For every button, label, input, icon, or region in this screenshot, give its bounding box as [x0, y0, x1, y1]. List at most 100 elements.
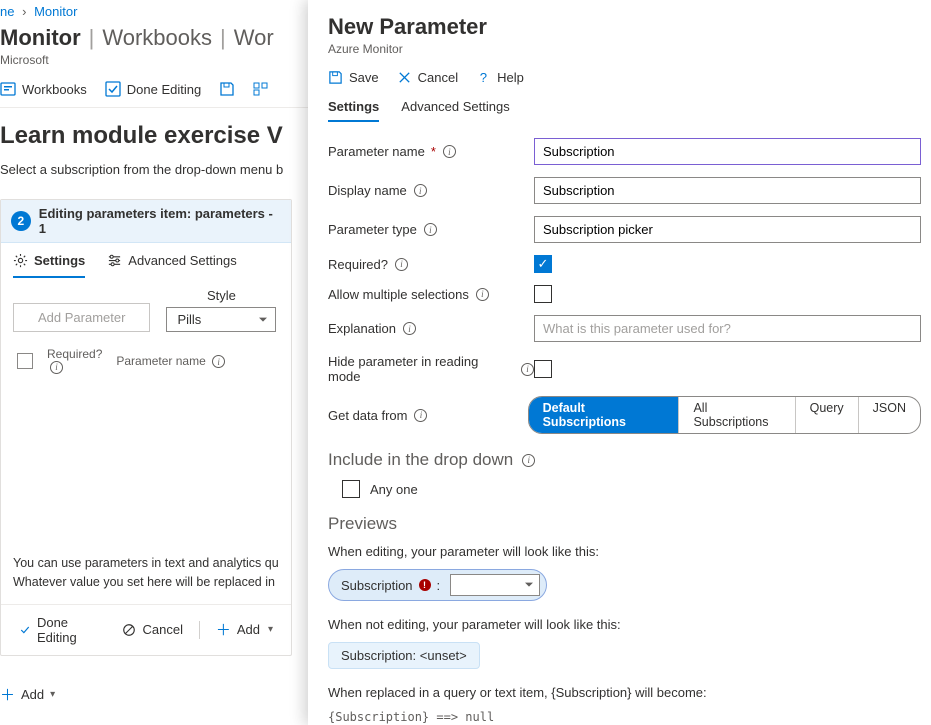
- done-editing-button[interactable]: Done Editing: [9, 611, 110, 649]
- close-icon: [397, 70, 412, 85]
- panel-actions: Save Cancel ? Help: [328, 70, 921, 85]
- help-icon: ?: [476, 70, 491, 85]
- info-icon[interactable]: i: [212, 355, 225, 368]
- add-parameter-button[interactable]: Add Parameter: [13, 303, 150, 332]
- done-icon: [105, 81, 121, 97]
- svg-text:?: ?: [480, 70, 487, 85]
- pill-query[interactable]: Query: [795, 397, 858, 433]
- panel-tabs: Settings Advanced Settings: [328, 99, 921, 122]
- pill-default-subscriptions[interactable]: Default Subscriptions: [529, 397, 679, 433]
- columns-header: Required? i Parameter name i: [13, 344, 279, 382]
- new-parameter-panel: New Parameter Azure Monitor Save Cancel …: [308, 0, 931, 725]
- preview-editing-pill[interactable]: Subscription ! :: [328, 569, 547, 601]
- label-parameter-name: Parameter name: [328, 144, 425, 159]
- toolbar-done-editing[interactable]: Done Editing: [105, 81, 201, 97]
- label-get-data-from: Get data from: [328, 408, 407, 423]
- hide-reading-checkbox[interactable]: [534, 360, 552, 378]
- label-required: Required?: [328, 257, 388, 272]
- preview-code: {Subscription} ==> null: [328, 710, 921, 724]
- card-tabs: Settings Advanced Settings: [1, 243, 291, 278]
- any-one-checkbox[interactable]: [342, 480, 360, 498]
- label-hide-reading: Hide parameter in reading mode: [328, 354, 514, 384]
- panel-cancel-button[interactable]: Cancel: [397, 70, 458, 85]
- title-service: Monitor: [0, 25, 81, 51]
- info-icon[interactable]: i: [443, 145, 456, 158]
- preview-notediting-text: When not editing, your parameter will lo…: [328, 617, 921, 632]
- explanation-input[interactable]: [534, 315, 921, 342]
- panel-title: New Parameter: [328, 14, 921, 40]
- preview-editing-text: When editing, your parameter will look l…: [328, 544, 921, 559]
- title-section2: Wor: [234, 25, 274, 51]
- previews-section-header: Previews: [328, 514, 921, 534]
- add-button[interactable]: ＋ Add ▾: [206, 615, 283, 644]
- pill-all-subscriptions[interactable]: All Subscriptions: [678, 397, 794, 433]
- toolbar-more[interactable]: [253, 81, 269, 97]
- error-icon: !: [419, 579, 431, 591]
- chevron-down-icon: ▾: [50, 689, 55, 700]
- save-icon: [219, 81, 235, 97]
- label-explanation: Explanation: [328, 321, 396, 336]
- more-icon: [253, 81, 269, 97]
- breadcrumb-sep: ›: [22, 4, 26, 19]
- toolbar-save[interactable]: [219, 81, 235, 97]
- panel-tab-advanced[interactable]: Advanced Settings: [401, 99, 509, 122]
- info-icon[interactable]: i: [414, 409, 427, 422]
- card-footer: Done Editing Cancel ＋ Add ▾: [1, 604, 291, 655]
- col-param-name: Parameter name: [116, 354, 205, 368]
- check-icon: [19, 623, 31, 637]
- help-button[interactable]: ? Help: [476, 70, 524, 85]
- sliders-icon: [107, 253, 122, 268]
- display-name-input[interactable]: [534, 177, 921, 204]
- label-parameter-type: Parameter type: [328, 222, 417, 237]
- label-allow-multiple: Allow multiple selections: [328, 287, 469, 302]
- required-asterisk: *: [431, 144, 436, 159]
- get-data-pills: Default Subscriptions All Subscriptions …: [528, 396, 921, 434]
- panel-tab-settings[interactable]: Settings: [328, 99, 379, 122]
- info-icon[interactable]: i: [521, 363, 534, 376]
- workbook-icon: [0, 81, 16, 97]
- info-icon[interactable]: i: [424, 223, 437, 236]
- parameter-name-input[interactable]: [534, 138, 921, 165]
- tab-settings[interactable]: Settings: [13, 253, 85, 278]
- select-all-checkbox[interactable]: [17, 353, 33, 369]
- plus-icon: ＋: [0, 684, 15, 705]
- col-required: Required?: [47, 348, 102, 361]
- breadcrumb-home[interactable]: ne: [0, 4, 14, 19]
- style-select[interactable]: Pills: [166, 307, 276, 332]
- preview-replaced-text: When replaced in a query or text item, {…: [328, 685, 921, 700]
- any-one-label: Any one: [370, 482, 418, 497]
- toolbar-workbooks[interactable]: Workbooks: [0, 81, 87, 97]
- pill-json[interactable]: JSON: [858, 397, 920, 433]
- cancel-icon: [122, 623, 136, 637]
- plus-icon: ＋: [216, 619, 231, 640]
- preview-static-pill: Subscription: <unset>: [328, 642, 480, 669]
- info-icon[interactable]: i: [414, 184, 427, 197]
- chevron-down-icon: ▾: [268, 624, 273, 635]
- info-icon[interactable]: i: [50, 361, 63, 374]
- save-button[interactable]: Save: [328, 70, 379, 85]
- title-section: Workbooks: [102, 25, 212, 51]
- step-badge: 2: [11, 211, 31, 231]
- save-icon: [328, 70, 343, 85]
- preview-pill-label: Subscription: [341, 578, 413, 593]
- preview-dropdown[interactable]: [450, 574, 540, 596]
- tab-advanced-settings[interactable]: Advanced Settings: [107, 253, 236, 278]
- allow-multiple-checkbox[interactable]: [534, 285, 552, 303]
- info-icon[interactable]: i: [395, 258, 408, 271]
- required-checkbox[interactable]: [534, 255, 552, 273]
- info-icon[interactable]: i: [403, 322, 416, 335]
- card-header: 2 Editing parameters item: parameters - …: [1, 200, 291, 243]
- parameters-card: 2 Editing parameters item: parameters - …: [0, 199, 292, 656]
- style-label: Style: [166, 288, 276, 303]
- include-section-header: Include in the drop downi: [328, 450, 921, 470]
- info-icon[interactable]: i: [476, 288, 489, 301]
- card-title: Editing parameters item: parameters - 1: [39, 206, 281, 236]
- gear-icon: [13, 253, 28, 268]
- label-display-name: Display name: [328, 183, 407, 198]
- parameter-type-select[interactable]: [534, 216, 921, 243]
- breadcrumb-monitor[interactable]: Monitor: [34, 4, 77, 19]
- info-icon[interactable]: i: [522, 454, 535, 467]
- card-help-text: You can use parameters in text and analy…: [1, 542, 291, 604]
- panel-subtitle: Azure Monitor: [328, 42, 921, 56]
- cancel-button[interactable]: Cancel: [112, 618, 192, 641]
